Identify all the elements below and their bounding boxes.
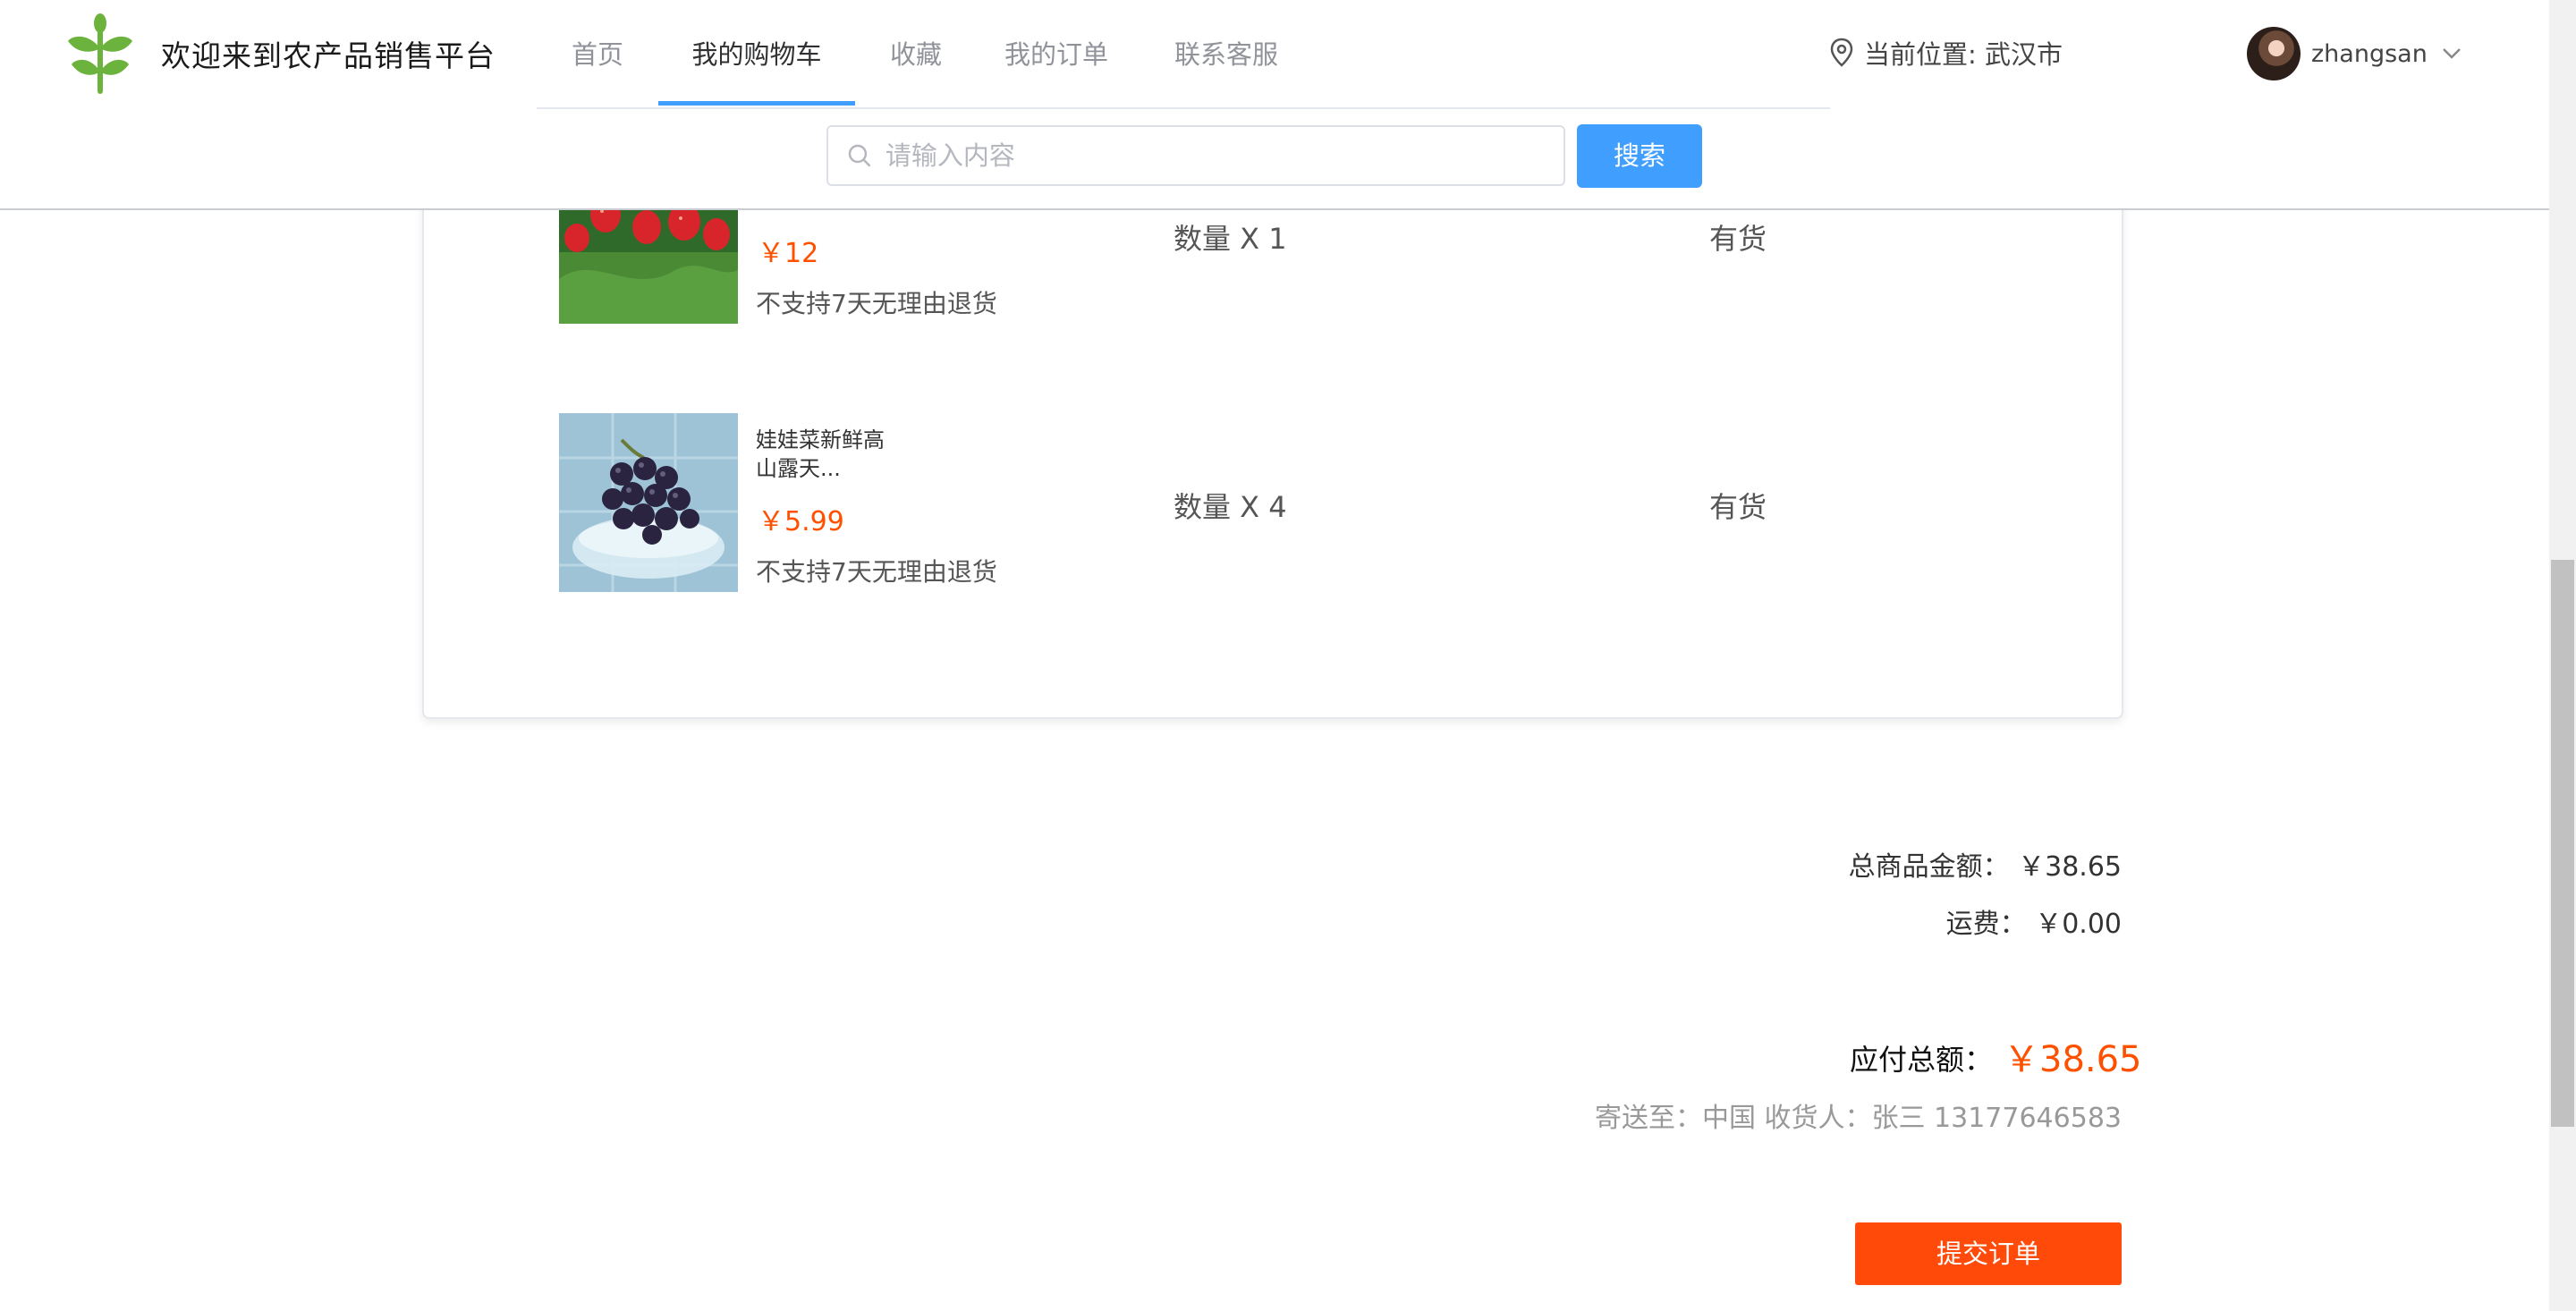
nav-customer-service[interactable]: 联系客服 bbox=[1159, 0, 1293, 106]
nav-cart[interactable]: 我的购物车 bbox=[658, 0, 855, 106]
cart-item: 娃娃菜新鲜高山露天... ￥5.99 不支持7天无理由退货 数量 X 4 有货 bbox=[559, 413, 2080, 592]
submit-order-button[interactable]: 提交订单 bbox=[1855, 1222, 2122, 1285]
location-pin-icon bbox=[1830, 38, 1853, 67]
username: zhangsan bbox=[2311, 39, 2428, 68]
scrollbar-thumb[interactable] bbox=[2551, 560, 2574, 1127]
goods-total: 总商品金额： ￥38.65 bbox=[1848, 851, 2122, 883]
shipping-address: 寄送至：中国 收货人：张三 13177646583 bbox=[1594, 1103, 2122, 1134]
avatar[interactable] bbox=[2247, 27, 2301, 80]
location-display[interactable]: 当前位置: 武汉市 bbox=[1830, 34, 2063, 72]
search-button[interactable]: 搜索 bbox=[1577, 124, 1702, 188]
item-price: ￥5.99 bbox=[758, 506, 844, 537]
nav-orders[interactable]: 我的订单 bbox=[989, 0, 1123, 106]
product-image-grapes[interactable] bbox=[559, 413, 738, 592]
shipping-fee: 运费： ￥0.00 bbox=[1945, 909, 2122, 940]
item-name[interactable]: 娃娃菜新鲜高山露天... bbox=[756, 426, 899, 483]
item-quantity: 数量 X 1 bbox=[1174, 222, 1287, 256]
grand-total-value: ￥38.65 bbox=[2004, 1039, 2142, 1080]
chevron-down-icon[interactable] bbox=[2442, 47, 2462, 60]
search-input[interactable] bbox=[883, 140, 1563, 172]
site-title: 欢迎来到农产品销售平台 bbox=[161, 38, 496, 73]
location-label: 当前位置: 武汉市 bbox=[1864, 39, 2063, 70]
item-price: ￥12 bbox=[758, 238, 819, 269]
item-return-policy: 不支持7天无理由退货 bbox=[756, 557, 997, 587]
nav-favorites[interactable]: 收藏 bbox=[873, 0, 959, 106]
user-menu[interactable]: zhangsan bbox=[2247, 27, 2462, 80]
search-field bbox=[826, 125, 1565, 186]
search-icon bbox=[848, 144, 871, 167]
item-stock-status: 有货 bbox=[1709, 222, 1767, 256]
item-stock-status: 有货 bbox=[1709, 490, 1767, 524]
leaf-logo-icon bbox=[68, 13, 132, 94]
nav-home[interactable]: 首页 bbox=[555, 0, 640, 106]
item-quantity: 数量 X 4 bbox=[1174, 490, 1287, 524]
item-return-policy: 不支持7天无理由退货 bbox=[756, 289, 997, 318]
top-header: 欢迎来到农产品销售平台 首页 我的购物车 收藏 我的订单 联系客服 当前位置: … bbox=[0, 0, 2549, 210]
grand-total-label: 应付总额： bbox=[1850, 1043, 1994, 1077]
main-nav: 首页 我的购物车 收藏 我的订单 联系客服 bbox=[537, 0, 1830, 109]
